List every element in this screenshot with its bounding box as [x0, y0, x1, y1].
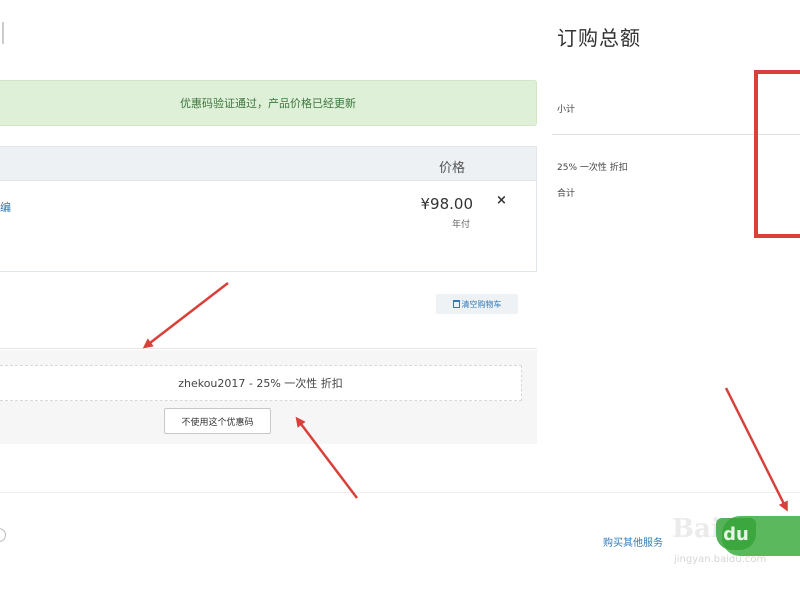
cart-item-name-link[interactable]: 编 [0, 199, 11, 215]
cart-item-billing-cycle: 年付 [451, 220, 470, 230]
empty-cart-button[interactable]: 清空购物车 [436, 294, 518, 314]
remove-item-button[interactable]: × [496, 193, 507, 208]
remove-promo-button[interactable]: 不使用这个优惠码 [164, 408, 271, 434]
arrow-to-checkout [724, 387, 788, 512]
promo-success-alert: 优惠码验证通过，产品价格已经更新 [0, 80, 537, 126]
arrow-to-promo-code [142, 282, 229, 349]
edge-mark [0, 22, 4, 44]
alert-message: 优惠码验证通过，产品价格已经更新 [180, 97, 356, 110]
remove-promo-label: 不使用这个优惠码 [181, 417, 254, 428]
watermark-subtext: jingyan.baidu.com [674, 554, 767, 565]
cart-item-price: ¥98.00 [420, 195, 474, 213]
watermark-brand: Bai [672, 514, 721, 544]
help-icon[interactable] [0, 528, 6, 542]
cart-table: 价格 编 ¥98.00 年付 × [0, 146, 537, 272]
divider [0, 492, 800, 493]
discount-label: 25% 一次性 折扣 [557, 163, 628, 173]
highlight-annotation-box [754, 70, 800, 238]
subtotal-label: 小计 [557, 105, 576, 115]
price-column-header: 价格 [439, 161, 466, 176]
watermark-paw-logo: du [716, 518, 756, 550]
trash-icon [452, 300, 460, 308]
applied-promo-code-text: zhekou2017 - 25% 一次性 折扣 [178, 377, 343, 390]
baidu-watermark: Bai du jingyan.baidu.com [672, 510, 800, 590]
divider [0, 348, 537, 349]
cart-table-header: 价格 [0, 147, 536, 181]
continue-shopping-link[interactable]: 购买其他服务 [603, 534, 663, 549]
order-summary-title: 订购总额 [557, 26, 641, 50]
applied-promo-code: zhekou2017 - 25% 一次性 折扣 [0, 365, 522, 401]
total-label: 合计 [557, 189, 576, 199]
watermark-du: du [723, 523, 749, 545]
empty-cart-label: 清空购物车 [461, 299, 502, 309]
